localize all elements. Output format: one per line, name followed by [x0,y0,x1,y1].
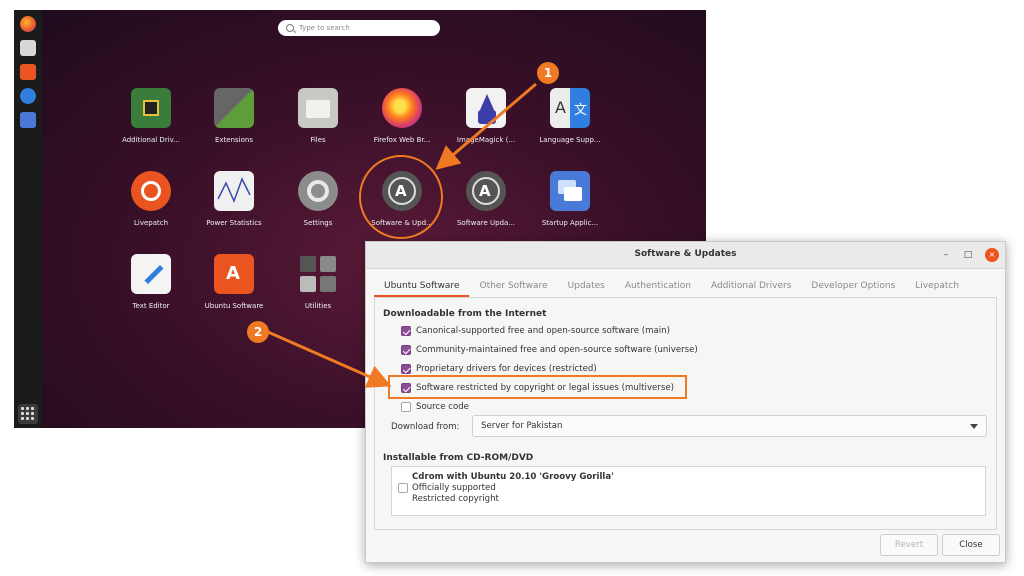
source-restricted-checkbox[interactable] [401,364,411,374]
source-main-row[interactable]: Canonical-supported free and open-source… [401,326,670,336]
close-window-button[interactable]: × [985,248,999,262]
download-from-label: Download from: [391,422,460,432]
source-universe-label: Community-maintained free and open-sourc… [416,345,698,355]
source-code-label: Source code [416,402,469,412]
tab-developer-options[interactable]: Developer Options [801,275,905,297]
app-additional-drivers[interactable]: Additional Driv... [109,88,193,144]
highlight-box-multiverse [388,375,687,399]
app-utilities[interactable]: Utilities [276,254,360,310]
source-code-row[interactable]: Source code [401,402,469,412]
livepatch-icon [131,171,171,211]
cdrom-heading: Installable from CD-ROM/DVD [383,453,534,463]
show-applications-button[interactable] [18,404,38,424]
downloadable-heading: Downloadable from the Internet [383,309,547,319]
app-language-support[interactable]: A 文 Language Supp... [528,88,612,144]
translate-icon: A 文 [550,88,590,128]
download-server-dropdown[interactable]: Server for Pakistan [472,415,987,437]
app-files[interactable]: Files [276,88,360,144]
tab-additional-drivers[interactable]: Additional Drivers [701,275,801,297]
window-titlebar[interactable]: Software & Updates – □ × [366,242,1005,269]
tab-ubuntu-software[interactable]: Ubuntu Software [374,275,470,297]
search-icon [286,24,294,32]
app-text-editor[interactable]: Text Editor [109,254,193,310]
graph-icon [214,171,254,211]
cdrom-support: Officially supported [412,483,496,493]
revert-button[interactable]: Revert [880,534,938,556]
source-universe-checkbox[interactable] [401,345,411,355]
app-software-updates[interactable]: A Software & Upd... [360,171,444,227]
source-main-label: Canonical-supported free and open-source… [416,326,670,336]
ubuntu-software-icon[interactable] [20,64,36,80]
tab-updates[interactable]: Updates [558,275,615,297]
firefox-icon [382,88,422,128]
app-extensions[interactable]: Extensions [192,88,276,144]
folder-icon [298,88,338,128]
help-icon[interactable] [20,88,36,104]
startup-icon [550,171,590,211]
window-title: Software & Updates [634,249,737,259]
chevron-down-icon [970,424,978,429]
dock [14,10,42,428]
app-software-updater[interactable]: A Software Upda... [444,171,528,227]
cdrom-title: Cdrom with Ubuntu 20.10 'Groovy Gorilla' [412,472,614,482]
minimize-button[interactable]: – [939,248,953,262]
app-firefox[interactable]: Firefox Web Br... [360,88,444,144]
app-settings[interactable]: Settings [276,171,360,227]
source-main-checkbox[interactable] [401,326,411,336]
search-input[interactable]: Type to search [278,20,440,36]
search-placeholder: Type to search [299,24,350,32]
source-restricted-label: Proprietary drivers for devices (restric… [416,364,597,374]
source-code-checkbox[interactable] [401,402,411,412]
cdrom-checkbox[interactable] [398,483,408,493]
cdrom-copyright: Restricted copyright [412,494,499,504]
source-universe-row[interactable]: Community-maintained free and open-sourc… [401,345,698,355]
screenshot-icon[interactable] [20,112,36,128]
source-restricted-row[interactable]: Proprietary drivers for devices (restric… [401,364,597,374]
step-badge-1: 1 [537,62,559,84]
tab-authentication[interactable]: Authentication [615,275,701,297]
chip-icon [131,88,171,128]
ubuntu-software-icon: A [214,254,254,294]
utilities-folder-icon [298,254,338,294]
tab-bar: Ubuntu Software Other Software Updates A… [374,275,997,297]
close-button[interactable]: Close [942,534,1000,556]
tab-other-software[interactable]: Other Software [469,275,557,297]
gear-icon [298,171,338,211]
tab-livepatch[interactable]: Livepatch [905,275,969,297]
text-editor-icon [131,254,171,294]
app-livepatch[interactable]: Livepatch [109,171,193,227]
app-power-statistics[interactable]: Power Statistics [192,171,276,227]
puzzle-icon [214,88,254,128]
software-updates-icon: A [382,171,422,211]
download-server-value: Server for Pakistan [481,421,563,431]
app-startup-applications[interactable]: Startup Applic... [528,171,612,227]
firefox-icon[interactable] [20,16,36,32]
wizard-icon [466,88,506,128]
maximize-button[interactable]: □ [961,248,975,262]
files-icon[interactable] [20,40,36,56]
app-imagemagick[interactable]: ImageMagick (... [444,88,528,144]
step-badge-2: 2 [247,321,269,343]
software-updates-window: Software & Updates – □ × Ubuntu Software… [365,241,1006,563]
cdrom-list: Cdrom with Ubuntu 20.10 'Groovy Gorilla'… [391,466,986,516]
software-updater-icon: A [466,171,506,211]
app-ubuntu-software[interactable]: A Ubuntu Software [192,254,276,310]
cdrom-item: Cdrom with Ubuntu 20.10 'Groovy Gorilla'… [412,472,614,505]
ubuntu-software-panel: Downloadable from the Internet Canonical… [374,297,997,530]
